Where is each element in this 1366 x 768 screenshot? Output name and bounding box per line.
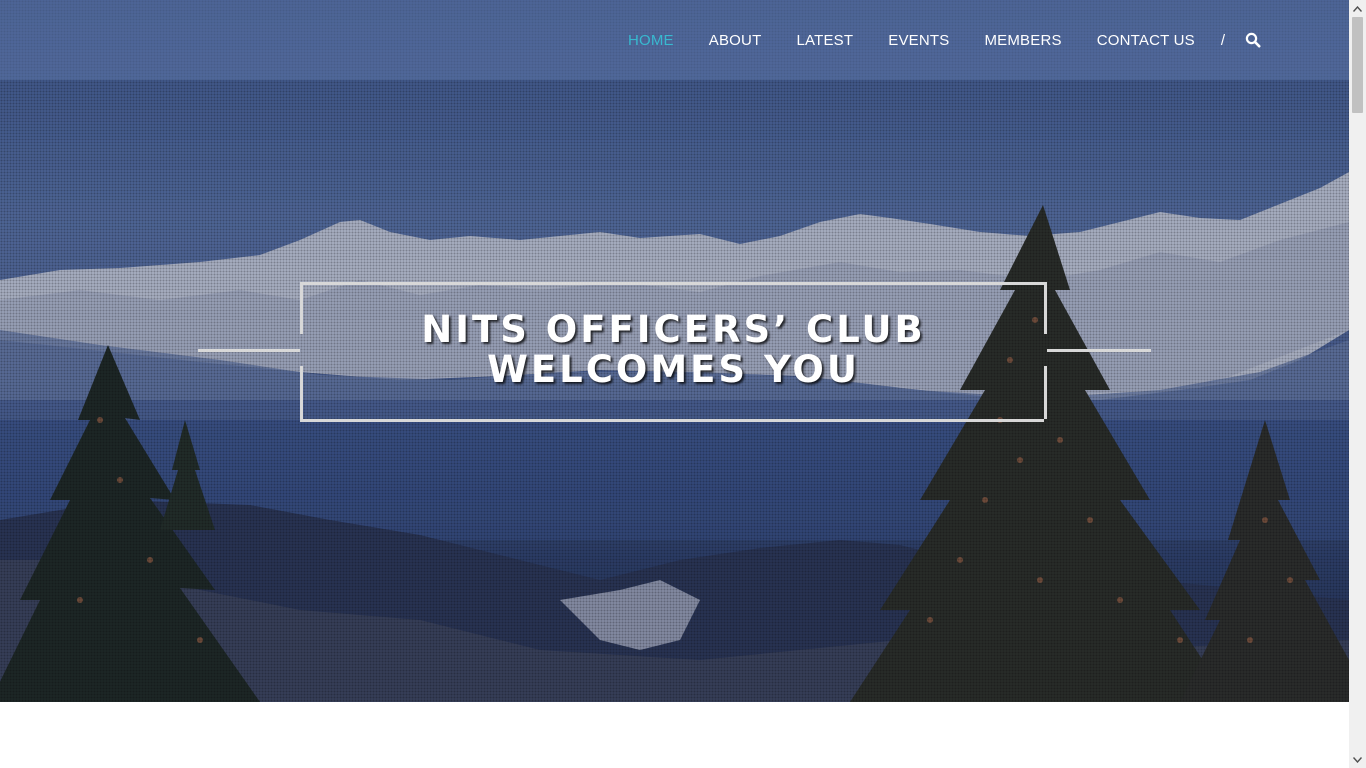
vertical-scrollbar[interactable]: [1349, 0, 1366, 768]
frame-right-bar: [1047, 349, 1151, 352]
nav-contact-us-link[interactable]: CONTACT US: [1097, 32, 1195, 49]
scrollbar-thumb[interactable]: [1352, 17, 1363, 113]
scroll-down-arrow-icon[interactable]: [1349, 751, 1366, 768]
nav-events-link[interactable]: EVENTS: [888, 32, 949, 49]
frame-right-bottom: [1044, 366, 1047, 419]
site-header: HOME ABOUT LATEST EVENTS MEMBERS CONTACT…: [0, 0, 1349, 80]
main-navigation: HOME ABOUT LATEST EVENTS MEMBERS CONTACT…: [593, 0, 1261, 80]
nav-about-link[interactable]: ABOUT: [709, 32, 762, 49]
hero-title: NITS OFFICERS’ CLUB WELCOMES YOU: [303, 310, 1044, 390]
nav-latest-link[interactable]: LATEST: [796, 32, 853, 49]
hero-title-line-1: NITS OFFICERS’ CLUB: [421, 308, 926, 351]
nav-separator: /: [1220, 31, 1225, 49]
nav-home-link[interactable]: HOME: [628, 32, 674, 49]
frame-left-bar: [198, 349, 300, 352]
search-icon[interactable]: [1245, 32, 1261, 48]
hero-title-line-2: WELCOMES YOU: [487, 348, 860, 391]
scroll-up-arrow-icon[interactable]: [1349, 0, 1366, 17]
frame-right-top: [1044, 282, 1047, 334]
nav-members-link[interactable]: MEMBERS: [984, 32, 1061, 49]
